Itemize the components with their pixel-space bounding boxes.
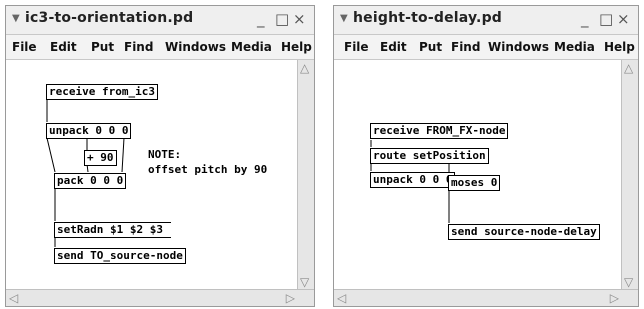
menu-media[interactable]: Media — [554, 40, 595, 54]
title-bar[interactable]: ▼ ic3-to-orientation.pd _ □ × — [6, 6, 314, 35]
patch-cord — [121, 137, 125, 173]
horizontal-scrollbar[interactable]: ◁ ▷ — [6, 289, 314, 306]
scroll-up-arrow-icon[interactable]: △ — [624, 62, 633, 74]
close-button[interactable]: × — [293, 9, 306, 29]
menu-edit[interactable]: Edit — [50, 40, 77, 54]
object-send-source-node-delay[interactable]: send source-node-delay — [448, 224, 600, 240]
window-menu-arrow-icon[interactable]: ▼ — [12, 13, 20, 24]
scroll-left-arrow-icon[interactable]: ◁ — [9, 292, 18, 304]
object-plus-90[interactable]: + 90 — [84, 150, 117, 166]
menu-find[interactable]: Find — [451, 40, 480, 54]
horizontal-scrollbar[interactable]: ◁ ▷ — [334, 289, 638, 306]
comment-note: NOTE: offset pitch by 90 — [148, 148, 268, 176]
menu-media[interactable]: Media — [231, 40, 272, 54]
patch-canvas[interactable]: receive FROM_FX-node route setPosition u… — [334, 60, 622, 290]
maximize-button[interactable]: □ — [599, 9, 613, 29]
menu-help[interactable]: Help — [604, 40, 635, 54]
scroll-right-arrow-icon[interactable]: ▷ — [286, 292, 295, 304]
menu-bar: File Edit Put Find Windows Media Help — [334, 35, 638, 60]
object-send-to-source-node[interactable]: send TO_source-node — [54, 248, 186, 264]
window-menu-arrow-icon[interactable]: ▼ — [340, 13, 348, 24]
menu-file[interactable]: File — [344, 40, 369, 54]
scroll-right-arrow-icon[interactable]: ▷ — [610, 292, 619, 304]
window-title: height-to-delay.pd — [353, 10, 503, 26]
scroll-left-arrow-icon[interactable]: ◁ — [337, 292, 346, 304]
patch-window-ic3-to-orientation: ▼ ic3-to-orientation.pd _ □ × File Edit … — [5, 5, 315, 307]
menu-windows[interactable]: Windows — [165, 40, 226, 54]
minimize-button[interactable]: _ — [581, 9, 589, 29]
object-unpack[interactable]: unpack 0 0 0 — [370, 172, 456, 188]
object-route-setposition[interactable]: route setPosition — [370, 148, 489, 164]
object-receive-from-fx-node[interactable]: receive FROM_FX-node — [370, 123, 509, 139]
vertical-scrollbar[interactable]: △ ▽ — [297, 60, 314, 290]
object-moses[interactable]: moses 0 — [448, 175, 501, 191]
scroll-down-arrow-icon[interactable]: ▽ — [624, 276, 633, 288]
vertical-scrollbar[interactable]: △ ▽ — [621, 60, 638, 290]
menu-put[interactable]: Put — [419, 40, 442, 54]
object-receive-from-ic3[interactable]: receive from_ic3 — [46, 84, 158, 100]
patch-cord — [46, 137, 56, 173]
menu-file[interactable]: File — [12, 40, 37, 54]
close-button[interactable]: × — [617, 9, 630, 29]
minimize-button[interactable]: _ — [257, 9, 265, 29]
scroll-up-arrow-icon[interactable]: △ — [300, 62, 309, 74]
maximize-button[interactable]: □ — [275, 9, 289, 29]
patch-window-height-to-delay: ▼ height-to-delay.pd _ □ × File Edit Put… — [333, 5, 639, 307]
menu-windows[interactable]: Windows — [488, 40, 549, 54]
object-unpack[interactable]: unpack 0 0 0 — [46, 123, 132, 139]
message-setradn[interactable]: setRadn $1 $2 $3 — [54, 222, 171, 238]
menu-put[interactable]: Put — [91, 40, 114, 54]
menu-edit[interactable]: Edit — [380, 40, 407, 54]
scroll-down-arrow-icon[interactable]: ▽ — [300, 276, 309, 288]
window-title: ic3-to-orientation.pd — [25, 10, 194, 26]
title-bar[interactable]: ▼ height-to-delay.pd _ □ × — [334, 6, 638, 35]
menu-find[interactable]: Find — [124, 40, 153, 54]
menu-help[interactable]: Help — [281, 40, 312, 54]
object-pack[interactable]: pack 0 0 0 — [54, 173, 127, 189]
patch-canvas[interactable]: receive from_ic3 unpack 0 0 0 + 90 pack … — [6, 60, 298, 290]
menu-bar: File Edit Put Find Windows Media Help — [6, 35, 314, 60]
